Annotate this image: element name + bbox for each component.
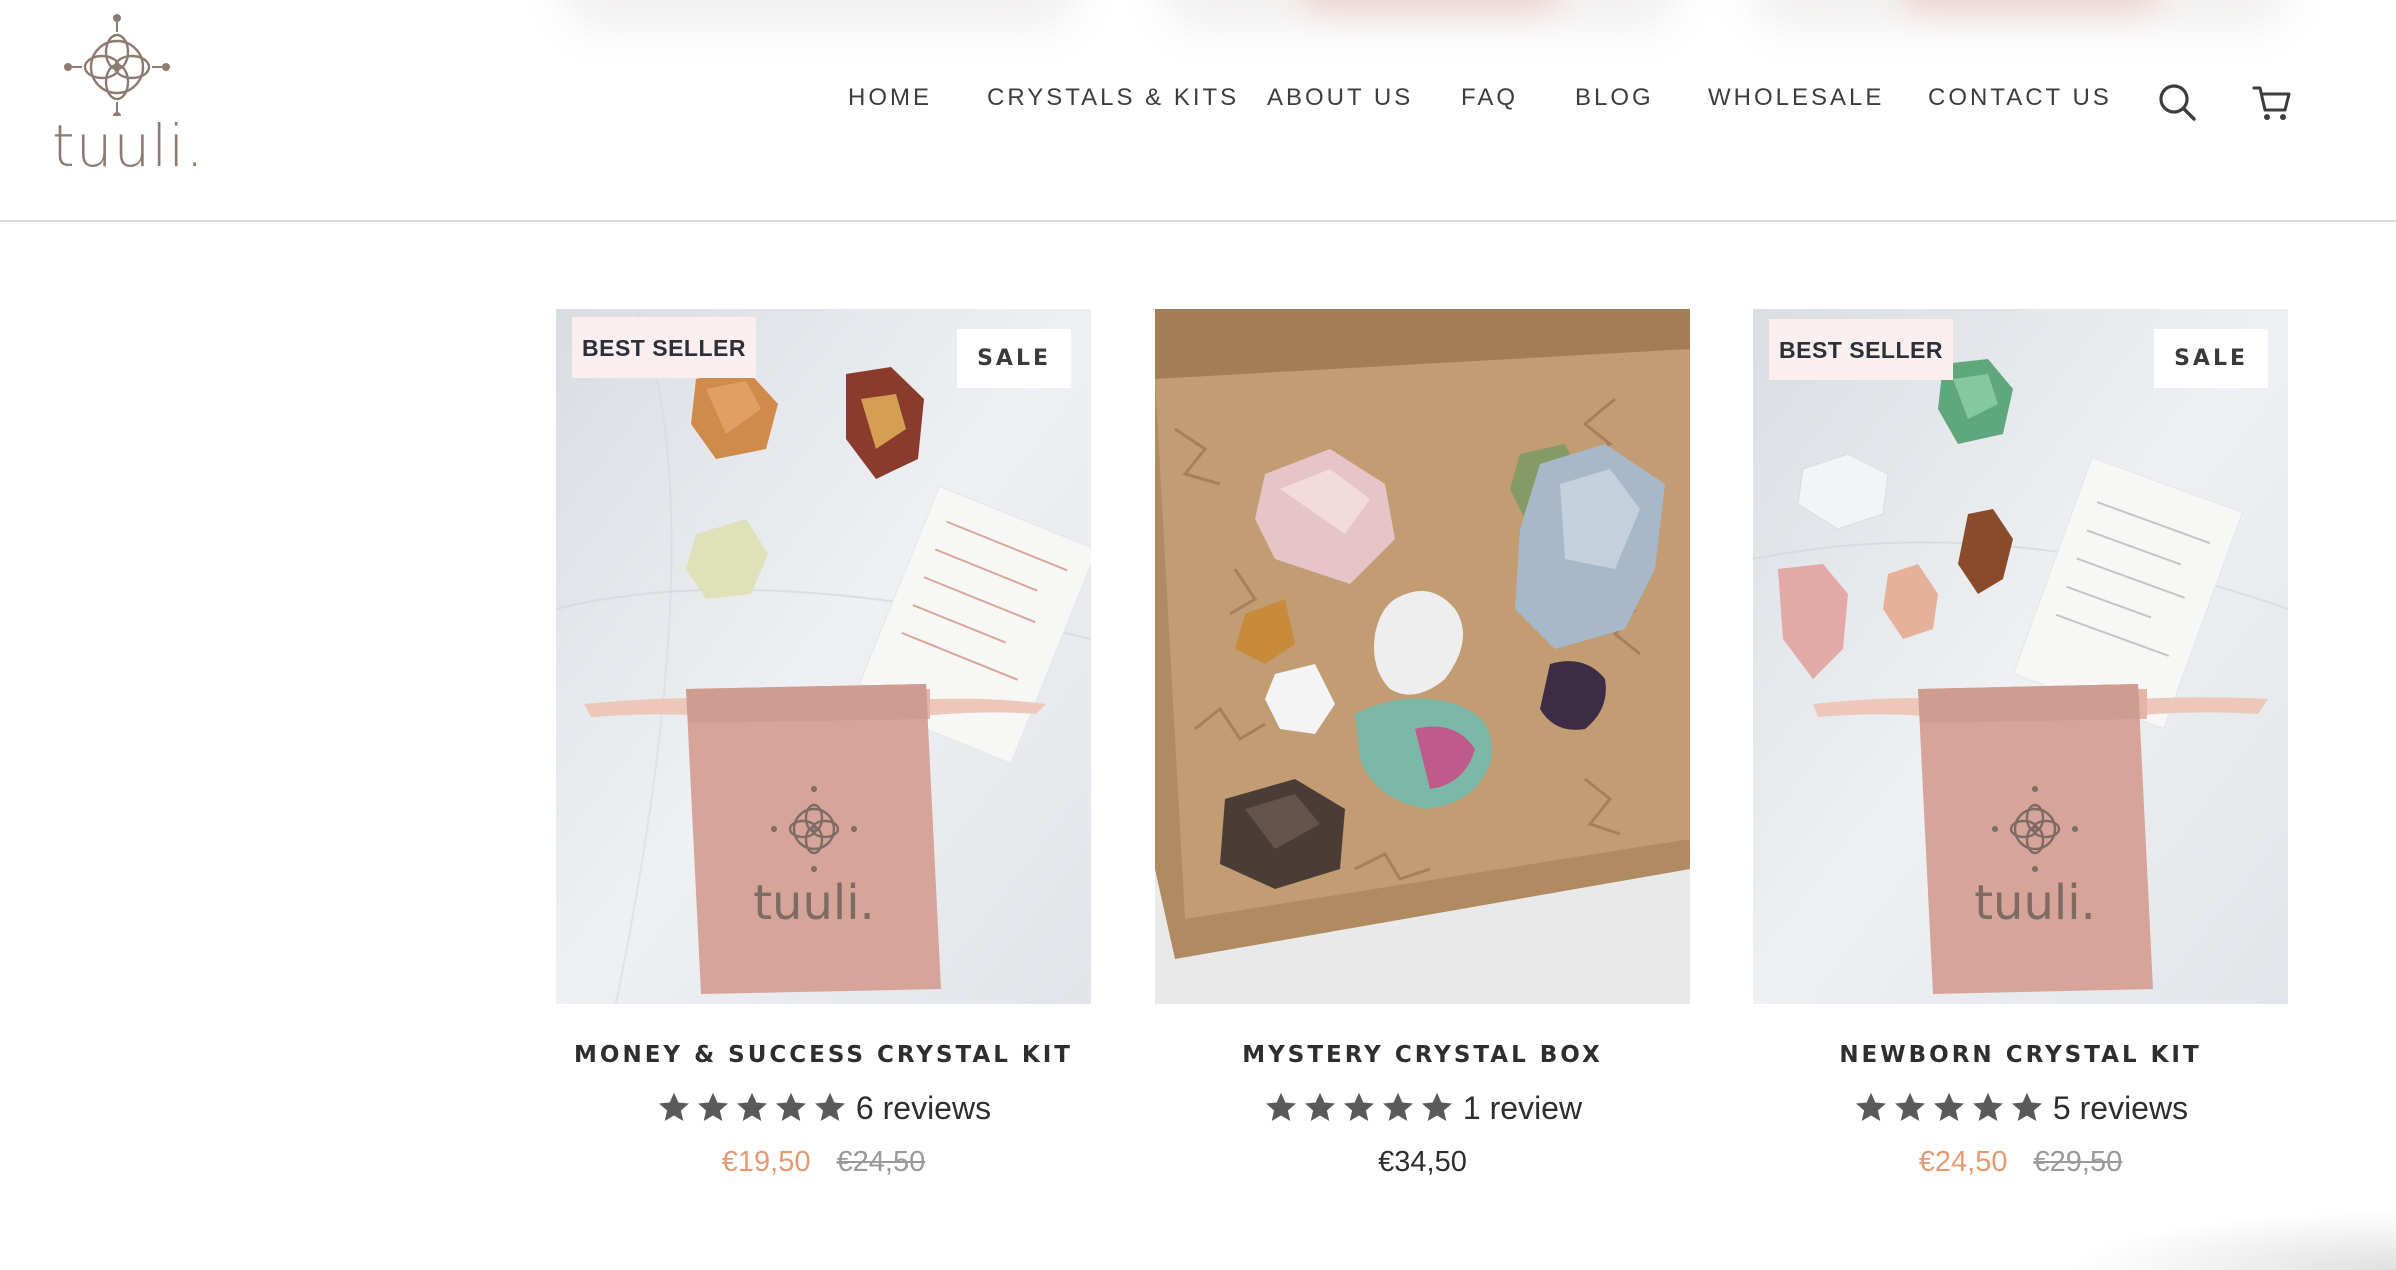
star-icon	[1265, 1092, 1296, 1122]
nav-blog[interactable]: BLOG	[1575, 84, 1654, 112]
site-logo[interactable]: tuuli.	[52, 12, 204, 180]
best-seller-badge: BEST SELLER	[1769, 319, 1953, 380]
star-rating	[1263, 1090, 1455, 1126]
product-rating[interactable]: 6 reviews	[556, 1088, 1091, 1128]
site-header: tuuli. HOME CRYSTALS & KITS ABOUT US FAQ…	[0, 0, 2396, 222]
star-icon	[775, 1092, 806, 1122]
star-icon	[736, 1092, 767, 1122]
product-image[interactable]: tuuli. BEST SELLER SALE	[1753, 309, 2288, 1004]
pouch-brand-text: tuuli.	[753, 875, 875, 931]
corner-shadow	[2066, 1210, 2396, 1270]
background-blur	[1900, 0, 2160, 10]
star-icon	[1382, 1092, 1413, 1122]
product-title[interactable]: MONEY & SUCCESS CRYSTAL KIT	[556, 1042, 1091, 1068]
star-icon	[1421, 1092, 1452, 1122]
compare-price: €24,50	[836, 1146, 926, 1178]
product-card[interactable]: tuuli. BEST SELLER SALE NEWBORN CRYSTAL …	[1753, 309, 2288, 1179]
background-blur	[560, 0, 1080, 30]
nav-crystals-kits[interactable]: CRYSTALS & KITS	[987, 84, 1239, 112]
nav-about-us[interactable]: ABOUT US	[1267, 84, 1413, 112]
product-price: €24,50 €29,50	[1753, 1146, 2288, 1179]
search-icon[interactable]	[2155, 80, 2199, 124]
nav-home[interactable]: HOME	[848, 84, 932, 112]
star-icon	[1972, 1092, 2003, 1122]
pouch-brand-text: tuuli.	[1974, 875, 2096, 931]
star-icon	[1933, 1092, 1964, 1122]
product-image[interactable]: tuuli. BEST SELLER SALE	[556, 309, 1091, 1004]
star-rating	[1853, 1090, 2045, 1126]
best-seller-badge: BEST SELLER	[572, 317, 756, 378]
star-icon	[658, 1092, 689, 1122]
product-title[interactable]: MYSTERY CRYSTAL BOX	[1155, 1042, 1690, 1068]
sale-badge: SALE	[2154, 329, 2268, 388]
product-card[interactable]: MYSTERY CRYSTAL BOX 1 review €34,50	[1155, 309, 1690, 1179]
review-count[interactable]: 6 reviews	[856, 1090, 991, 1127]
star-icon	[1304, 1092, 1335, 1122]
star-icon	[1855, 1092, 1886, 1122]
logo-mandala-icon	[64, 14, 170, 116]
star-icon	[1343, 1092, 1374, 1122]
product-card[interactable]: tuuli. BEST SELLER SALE MONEY & SUCCESS …	[556, 309, 1091, 1179]
nav-faq[interactable]: FAQ	[1461, 84, 1518, 112]
cart-icon[interactable]	[2250, 80, 2294, 124]
product-price: €19,50 €24,50	[556, 1146, 1091, 1179]
product-price: €34,50	[1155, 1146, 1690, 1179]
product-image[interactable]	[1155, 309, 1690, 1004]
logo-wordmark: tuuli.	[52, 112, 205, 180]
star-rating	[656, 1090, 848, 1126]
nav-contact-us[interactable]: CONTACT US	[1928, 84, 2112, 112]
star-icon	[1894, 1092, 1925, 1122]
star-icon	[697, 1092, 728, 1122]
product-rating[interactable]: 5 reviews	[1753, 1088, 2288, 1128]
product-title[interactable]: NEWBORN CRYSTAL KIT	[1753, 1042, 2288, 1068]
sale-badge: SALE	[957, 329, 1071, 388]
product-rating[interactable]: 1 review	[1155, 1088, 1690, 1128]
review-count[interactable]: 5 reviews	[2053, 1090, 2188, 1127]
background-blur	[1300, 0, 1560, 10]
nav-wholesale[interactable]: WHOLESALE	[1708, 84, 1884, 112]
review-count[interactable]: 1 review	[1463, 1090, 1582, 1127]
sale-price: €19,50	[721, 1146, 811, 1178]
star-icon	[2011, 1092, 2042, 1122]
sale-price: €24,50	[1918, 1146, 2008, 1178]
compare-price: €29,50	[2033, 1146, 2123, 1178]
star-icon	[814, 1092, 845, 1122]
regular-price: €34,50	[1378, 1146, 1467, 1178]
